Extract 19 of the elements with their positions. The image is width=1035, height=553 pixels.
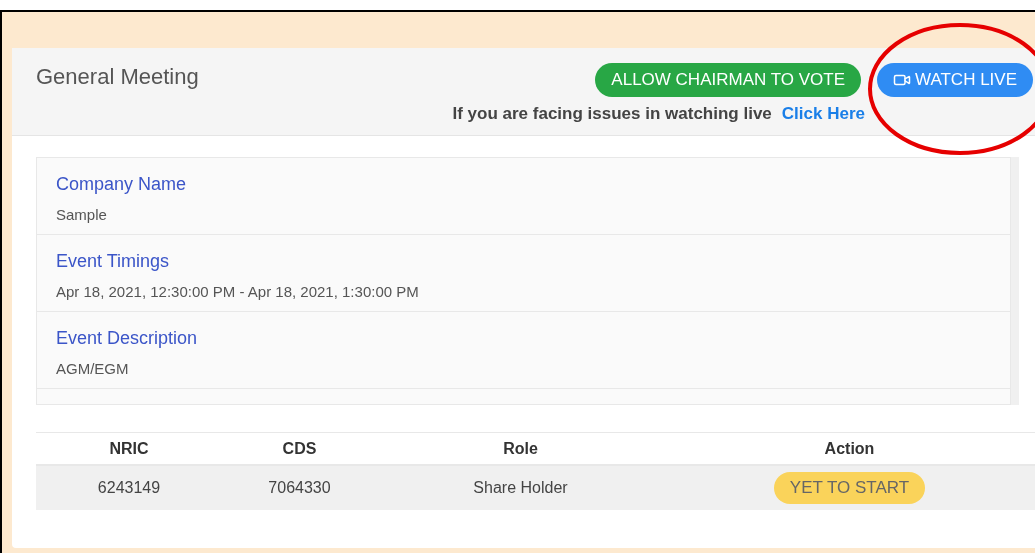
allow-chairman-button[interactable]: ALLOW CHAIRMAN TO VOTE [595,63,861,97]
column-header: Action [824,438,875,459]
column-header: NRIC [109,438,149,459]
detail-label: Event Description [56,327,199,350]
table-cell-text: 6243149 [97,478,161,498]
status-pill[interactable]: YET TO START [773,472,926,504]
column-header: CDS [282,438,317,459]
table-cell-text: 7064330 [268,478,331,498]
column-header: Role [503,438,538,459]
watch-live-button[interactable]: WATCH LIVE [877,63,1033,97]
detail-label: Event Timings [56,250,171,273]
notice-text: If you are facing issues in watching live [452,103,772,125]
detail-value: AGM/EGM [56,359,130,379]
detail-label: Company Name [56,173,188,196]
click-here-link[interactable]: Click Here [781,101,865,127]
detail-value: Sample [56,205,108,225]
detail-value: Apr 18, 2021, 12:30:00 PM - Apr 18, 2021, 1:30:00 PM [56,282,420,302]
table-cell-text: Share Holder [473,478,568,498]
card-title: General Meeting [36,63,199,91]
